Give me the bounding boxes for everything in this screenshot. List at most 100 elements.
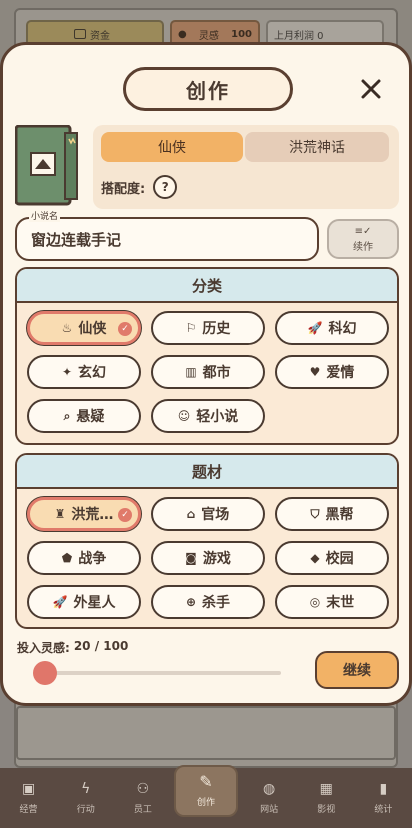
nav-item-1[interactable]: ϟ 行动: [60, 782, 112, 815]
continue-button[interactable]: 继续: [315, 651, 399, 689]
match-label: 搭配度:: [101, 181, 146, 197]
match-help-button[interactable]: ?: [153, 175, 178, 199]
nav-label: 行动: [76, 804, 95, 815]
category-option[interactable]: ♥ 爱情: [275, 355, 389, 389]
nav-label: 员工: [133, 804, 152, 815]
fund-icon: [74, 29, 86, 39]
briefcase-icon: ▣: [21, 780, 36, 797]
close-button[interactable]: [355, 73, 387, 105]
category-option-icon: ⚐: [185, 321, 197, 335]
sequel-button[interactable]: ≡✓ 续作: [327, 219, 399, 259]
bolt-icon: ϟ: [81, 780, 91, 797]
inspiration-slider-thumb[interactable]: [33, 661, 57, 685]
people-icon: ⚇: [136, 780, 150, 797]
theme-option[interactable]: ◎ 末世: [275, 585, 389, 619]
theme-option-icon: ⌂: [186, 507, 196, 521]
category-option-label: 爱情: [326, 365, 355, 381]
theme-option[interactable]: ⊕ 杀手: [151, 585, 265, 619]
theme-option-label: 洪荒…: [71, 507, 114, 523]
category-option[interactable]: ✦ 玄幻: [27, 355, 141, 389]
theme-option-label: 杀手: [202, 595, 231, 611]
theme-option[interactable]: 🚀 外星人: [27, 585, 141, 619]
create-novel-dialog: 创作 仙侠 洪荒神话 搭配度: ? 小说名 窗边连载手记 ≡✓ 续作 分类 ♨ 仙…: [0, 42, 412, 706]
category-option[interactable]: ⌕ 悬疑: [27, 399, 141, 433]
category-section: 分类 ♨ 仙侠 ✓ ⚐ 历史 🚀 科幻 ✦ 玄幻 ▥ 都市 ♥ 爱情 ⌕ 悬疑 ☺ 轻小说: [15, 267, 399, 445]
category-option-label: 科幻: [328, 321, 357, 337]
chart-icon: ▮: [379, 780, 388, 797]
sequel-label: 续作: [353, 241, 373, 253]
category-option-icon: ⌕: [63, 408, 71, 423]
nav-item-6[interactable]: ▮ 统计: [357, 782, 409, 815]
bulb-icon: ●: [178, 28, 187, 40]
theme-option[interactable]: ⬟ 战争: [27, 541, 141, 575]
category-option[interactable]: 🚀 科幻: [275, 311, 389, 345]
theme-option[interactable]: ◆ 校园: [275, 541, 389, 575]
theme-option[interactable]: ◙ 游戏: [151, 541, 265, 575]
inspiration-chip-label: 灵感: [198, 30, 219, 42]
genre-switcher: 仙侠 洪荒神话 搭配度: ?: [93, 125, 399, 209]
nav-label: 创作: [196, 797, 215, 808]
background-panel: [16, 706, 396, 760]
nav-label: 网站: [260, 804, 279, 815]
fund-label: 资金: [90, 30, 110, 42]
nav-item-3[interactable]: ✎ 创作: [173, 765, 238, 817]
theme-option-icon: ◙: [185, 551, 197, 565]
novel-name-label: 小说名: [29, 209, 61, 222]
theme-option-icon: ⊕: [185, 595, 197, 609]
novel-name-input[interactable]: 窗边连载手记: [15, 217, 319, 261]
list-check-icon: ≡✓: [354, 225, 372, 237]
close-icon: [361, 79, 381, 99]
inspiration-slider-track[interactable]: [43, 671, 281, 675]
category-option[interactable]: ☺ 轻小说: [151, 399, 265, 433]
category-option-icon: ♥: [309, 365, 321, 379]
film-icon: ▦: [319, 780, 333, 797]
theme-option-label: 战争: [78, 551, 107, 567]
category-option-icon: 🚀: [307, 321, 323, 335]
theme-option-icon: 🚀: [52, 595, 68, 609]
nav-label: 统计: [374, 804, 393, 815]
theme-option-label: 游戏: [202, 551, 231, 567]
category-option-label: 都市: [202, 365, 231, 381]
nav-item-5[interactable]: ▦ 影视: [300, 782, 352, 815]
theme-option-label: 外星人: [73, 595, 116, 611]
book-cover-icon: [15, 125, 78, 206]
category-option-icon: ♨: [61, 321, 73, 335]
nav-label: 经营: [19, 804, 38, 815]
theme-option-label: 官场: [201, 507, 230, 523]
globe-icon: ◍: [263, 780, 276, 797]
category-option[interactable]: ♨ 仙侠 ✓: [27, 311, 141, 345]
category-option-icon: ☺: [177, 409, 191, 423]
pen-icon: ✎: [199, 771, 213, 791]
theme-option-icon: ⛉: [310, 506, 320, 521]
inspiration-value: 20 / 100: [73, 639, 129, 653]
nav-label: 影视: [317, 804, 336, 815]
category-option-label: 玄幻: [78, 365, 107, 381]
theme-option-icon: ♜: [54, 507, 66, 521]
theme-option[interactable]: ⌂ 官场: [151, 497, 265, 531]
category-option-icon: ✦: [61, 365, 73, 379]
category-option[interactable]: ⚐ 历史: [151, 311, 265, 345]
theme-option-label: 末世: [326, 595, 355, 611]
inspiration-chip-value: 100: [231, 28, 252, 40]
theme-option-icon: ⬟: [61, 551, 73, 565]
nav-item-2[interactable]: ⚇ 员工: [117, 782, 169, 815]
check-icon: ✓: [118, 508, 132, 522]
nav-item-0[interactable]: ▣ 经营: [3, 782, 55, 815]
category-option[interactable]: ▥ 都市: [151, 355, 265, 389]
nav-item-4[interactable]: ◍ 网站: [243, 782, 295, 815]
theme-header: 题材: [17, 455, 397, 489]
match-degree: 搭配度: ?: [101, 175, 178, 199]
category-option-label: 历史: [202, 321, 231, 337]
category-option-icon: ▥: [185, 365, 197, 379]
theme-option-label: 校园: [325, 551, 354, 567]
category-header: 分类: [17, 269, 397, 303]
tab-xianxia[interactable]: 仙侠: [101, 132, 243, 162]
category-option-label: 轻小说: [196, 409, 239, 425]
theme-option[interactable]: ♜ 洪荒… ✓: [27, 497, 141, 531]
theme-section: 题材 ♜ 洪荒… ✓ ⌂ 官场 ⛉ 黑帮 ⬟ 战争 ◙ 游戏 ◆ 校园 🚀 外星人 ⊕ 杀手 ◎ 末世: [15, 453, 399, 629]
category-option-label: 仙侠: [78, 321, 107, 337]
tab-honghuang-myth[interactable]: 洪荒神话: [245, 132, 389, 162]
dialog-title: 创作: [123, 67, 293, 111]
theme-option-icon: ◎: [309, 595, 321, 609]
theme-option[interactable]: ⛉ 黑帮: [275, 497, 389, 531]
